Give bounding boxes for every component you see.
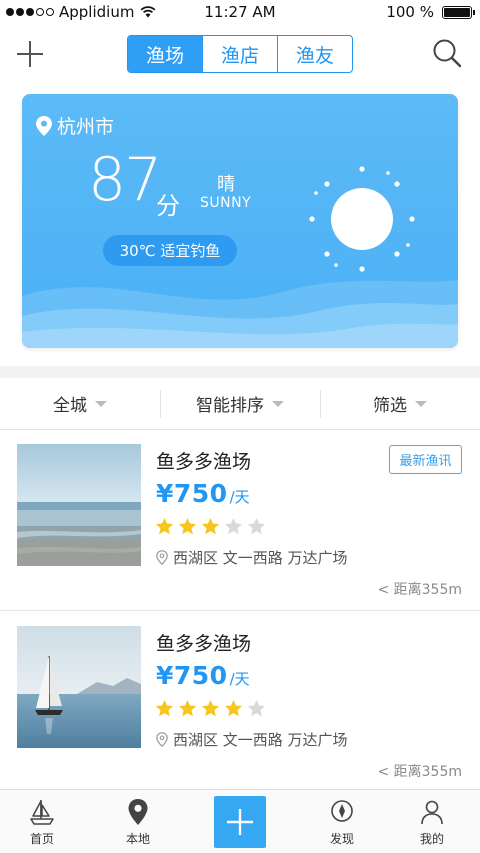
search-icon[interactable] — [432, 38, 462, 68]
status-right: 100 % — [386, 3, 475, 21]
filter-area[interactable]: 全城 — [0, 378, 160, 429]
filter-screen[interactable]: 筛选 — [320, 378, 480, 429]
address-text: 西湖区 文一西路 万达广场 — [173, 731, 348, 749]
publish-button[interactable] — [214, 796, 266, 848]
compass-icon — [331, 800, 353, 822]
tab-local[interactable]: 本地 — [98, 790, 178, 853]
add-icon[interactable] — [16, 40, 44, 68]
tab-fishing-ground[interactable]: 渔场 — [128, 36, 203, 72]
listing-distance: < 距离355m — [377, 582, 462, 598]
listing-price: ¥750 /天 — [156, 661, 250, 690]
star-filled-icon — [178, 517, 197, 535]
caret-down-icon — [95, 400, 107, 407]
tab-local-label: 本地 — [125, 832, 150, 846]
weather-card[interactable]: 杭州市 87 分 晴 SUNNY 30℃ 适宜钓鱼 — [22, 94, 458, 348]
listing-distance: < 距离355m — [377, 764, 462, 780]
price-value: ¥750 — [156, 661, 228, 690]
listing-photo — [17, 444, 141, 566]
rating-stars — [155, 699, 266, 718]
plus-icon — [227, 809, 253, 835]
listing-address: 西湖区 文一西路 万达广场 — [156, 729, 348, 750]
caret-down-icon — [415, 400, 427, 407]
caret-down-icon — [272, 400, 284, 407]
battery-level — [444, 7, 470, 17]
section-divider — [0, 366, 480, 378]
nav-bar: 渔场 渔店 渔友 — [0, 24, 480, 86]
beach-photo — [17, 444, 141, 566]
list-item[interactable]: 鱼多多渔场 ¥750 /天 西湖区 文一西路 万达广场 < 距离355m — [0, 613, 480, 793]
tab-fishing-friends[interactable]: 渔友 — [278, 36, 352, 72]
star-empty-icon — [224, 517, 243, 535]
price-unit: /天 — [229, 488, 250, 506]
city-name: 杭州市 — [57, 116, 115, 138]
star-filled-icon — [201, 517, 220, 535]
sailboat-icon — [30, 800, 54, 825]
tab-home-label: 首页 — [29, 832, 54, 846]
address-text: 西湖区 文一西路 万达广场 — [173, 549, 348, 567]
score-unit: 分 — [156, 192, 180, 220]
filter-area-label: 全城 — [53, 396, 87, 416]
star-filled-icon — [155, 517, 174, 535]
listing-price: ¥750 /天 — [156, 479, 250, 508]
rating-stars — [155, 517, 266, 536]
battery-icon — [442, 5, 475, 19]
battery-percent: 100 % — [386, 3, 434, 21]
map-pin-icon — [128, 799, 148, 825]
status-bar: Applidium 11:27 AM 100 % — [0, 0, 480, 24]
tab-home[interactable]: 首页 — [2, 790, 82, 853]
weather-condition-en: SUNNY — [200, 195, 252, 211]
star-filled-icon — [178, 699, 197, 717]
user-icon — [421, 800, 443, 825]
listing-title: 鱼多多渔场 — [156, 451, 252, 473]
star-filled-icon — [224, 699, 243, 717]
star-empty-icon — [247, 699, 266, 717]
tab-fishing-shop[interactable]: 渔店 — [203, 36, 278, 72]
tab-discover[interactable]: 发现 — [302, 790, 382, 853]
fishing-tip-badge: 30℃ 适宜钓鱼 — [103, 235, 237, 266]
location-icon — [156, 732, 168, 747]
filter-screen-label: 筛选 — [373, 396, 407, 416]
fishing-score: 87 — [88, 145, 162, 215]
tab-mine[interactable]: 我的 — [392, 790, 472, 853]
listing-address: 西湖区 文一西路 万达广场 — [156, 547, 348, 568]
star-empty-icon — [247, 517, 266, 535]
segmented-control: 渔场 渔店 渔友 — [127, 35, 353, 73]
latest-news-tag[interactable]: 最新渔讯 — [389, 445, 462, 474]
listing-title: 鱼多多渔场 — [156, 633, 252, 655]
star-filled-icon — [201, 699, 220, 717]
sun-icon — [309, 166, 415, 272]
city-label[interactable]: 杭州市 — [36, 112, 114, 139]
price-unit: /天 — [229, 670, 250, 688]
weather-condition: 晴 — [217, 174, 235, 195]
tab-bar: 首页 本地 发现 我的 — [0, 789, 480, 853]
filter-bar: 全城 智能排序 筛选 — [0, 378, 480, 430]
location-icon — [156, 550, 168, 565]
tab-discover-label: 发现 — [329, 832, 354, 846]
filter-sort-label: 智能排序 — [196, 396, 264, 416]
tab-mine-label: 我的 — [419, 832, 444, 846]
star-filled-icon — [155, 699, 174, 717]
list-item[interactable]: 鱼多多渔场 最新渔讯 ¥750 /天 西湖区 文一西路 万达广场 < 距离355… — [0, 431, 480, 611]
sailboat-photo — [17, 626, 141, 748]
filter-sort[interactable]: 智能排序 — [160, 378, 320, 429]
listing-photo — [17, 626, 141, 748]
price-value: ¥750 — [156, 479, 228, 508]
location-pin-icon — [36, 115, 52, 136]
